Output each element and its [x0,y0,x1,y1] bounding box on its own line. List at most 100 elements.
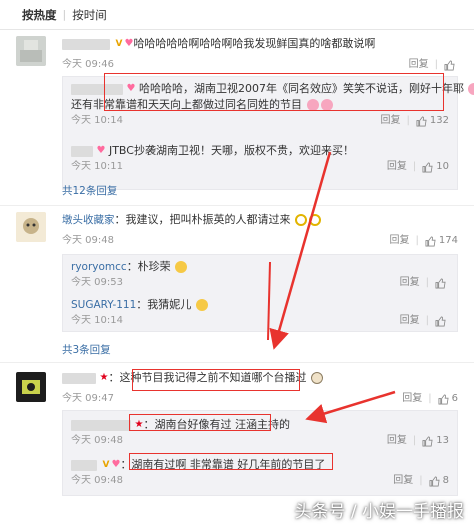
comment-3: ★：这种节目我记得之前不知道哪个台播过 今天 09:47 回复 | 6 ★：湖南… [16,370,458,500]
reply-meta: 今天 09:48 回复 | 13 [71,433,449,449]
comment-time: 今天 09:47 [62,393,114,404]
like-count: 10 [436,161,449,172]
pig-emoji-icon [468,83,474,95]
avatar[interactable] [16,212,46,242]
reply-time: 今天 10:14 [71,115,123,126]
comment-actions: 回复 | 174 [384,233,458,249]
reply-meta: 今天 10:11 回复 | 10 [71,159,449,175]
reply-username-redacted[interactable] [71,145,93,157]
action-divider: | [428,393,432,404]
reply-box: ryoryomcc：朴珍荣 今天 09:53 回复 | SUGARY-111：我… [62,254,458,332]
comment-time: 今天 09:46 [62,59,114,70]
comment-line: V ♥哈哈哈哈哈啊哈哈啊哈我发现鲜国真的啥都敢说啊 [62,36,458,52]
more-replies-link[interactable]: 共12条回复 [62,183,117,198]
reply-button[interactable]: 回复 [409,57,429,73]
comment-2: 墩头收藏家：我建议，把叫朴振英的人都请过来 今天 09:48 回复 | 174 … [16,212,458,360]
reply-meta: 今天 09:53 回复 | [71,275,449,291]
reply-time: 今天 09:48 [71,435,123,446]
tab-by-hot[interactable]: 按热度 [16,7,63,23]
reply-username[interactable]: SUGARY-111 [71,299,136,311]
reply-actions: 回复 | 8 [387,473,449,489]
username-redacted[interactable] [62,372,96,384]
reply-item: ryoryomcc：朴珍荣 今天 09:53 回复 | [71,259,449,291]
reply-text: ：湖南台好像有过 汪涵主持的 [143,418,290,431]
reply-box: ♥ 哈哈哈哈，湖南卫视2007年《同名效应》笑笑不说话，刚好十年耶 还有非常靠谱… [62,76,474,190]
comment-divider [0,205,474,206]
reply-button[interactable]: 回复 [390,233,410,249]
reply-username[interactable]: ryoryomcc [71,261,127,273]
reply-time: 今天 10:14 [71,315,123,326]
thumbs-up-icon [444,60,455,70]
thumbs-up-icon [438,394,449,404]
reply-line: SUGARY-111：我猜妮儿 [71,297,449,313]
sort-tabs: 按热度 | 按时间 [0,0,474,30]
like-button[interactable]: 174 [425,233,458,249]
reply-meta: 今天 09:48 回复 | 8 [71,473,449,489]
reply-actions: 回复 | [394,275,449,291]
thumbs-up-icon [422,436,433,446]
thumbs-up-icon [416,116,427,126]
reply-actions: 回复 | 13 [381,433,449,449]
reply-text: ：朴珍荣 [126,260,171,273]
reply-button[interactable]: 回复 [400,313,420,329]
watermark: 头条号 / 小娱一手播报 [294,502,464,522]
like-button[interactable] [435,316,449,327]
reply-line: ♥ 哈哈哈哈，湖南卫视2007年《同名效应》笑笑不说话，刚好十年耶 [71,81,474,97]
comment-1: V ♥哈哈哈哈哈啊哈哈啊哈我发现鲜国真的啥都敢说啊 今天 09:46 回复 | ♥… [16,36,474,198]
action-divider: | [412,161,417,172]
reply-button[interactable]: 回复 [387,433,407,449]
like-button[interactable] [444,60,458,71]
tab-by-time[interactable]: 按时间 [66,7,113,23]
cry-emoji-icon [175,261,188,273]
reply-text: ：湖南有过啊 非常靠谱 好几年前的节目了 [120,458,326,471]
like-button[interactable]: 10 [422,159,449,175]
comment-line: ★：这种节目我记得之前不知道哪个台播过 [62,370,458,386]
reply-line: V ♥：湖南有过啊 非常靠谱 好几年前的节目了 [71,457,449,473]
reply-username-redacted[interactable] [71,83,123,95]
vip-badge-icon: V [115,39,123,49]
like-button[interactable]: 6 [438,391,458,407]
heart-icon: ♥ [96,145,106,156]
thumbs-up-icon [435,316,446,326]
laugh-cry-emoji-icon [195,299,208,311]
reply-button[interactable]: 回复 [387,159,407,175]
action-divider: | [434,59,438,70]
action-divider: | [406,115,410,126]
reply-text: ：我猜妮儿 [136,298,192,311]
like-button[interactable]: 132 [416,113,449,129]
reply-button[interactable]: 回复 [400,275,420,291]
reply-button[interactable]: 回复 [402,391,422,407]
action-divider: | [415,235,419,246]
like-button[interactable]: 8 [429,473,449,489]
reply-item: ♥ 哈哈哈哈，湖南卫视2007年《同名效应》笑笑不说话，刚好十年耶 还有非常靠谱… [71,81,474,129]
reply-item: ♥ JTBC抄袭湖南卫视！天哪，版权不贵，欢迎来买！ 今天 10:11 回复 |… [71,143,449,175]
like-count: 8 [442,475,449,486]
reply-actions: 回复 | 10 [381,159,449,175]
reply-time: 今天 10:11 [71,161,123,172]
shades-emoji-icon [309,214,321,226]
comment-text: ：我建议，把叫朴振英的人都请过来 [114,213,291,226]
like-button[interactable] [435,278,449,289]
reply-item: V ♥：湖南有过啊 非常靠谱 好几年前的节目了 今天 09:48 回复 | 8 [71,457,449,489]
username-redacted[interactable] [62,38,110,50]
more-replies-link[interactable]: 共3条回复 [62,342,111,357]
username[interactable]: 墩头收藏家 [62,214,115,226]
avatar[interactable] [16,36,46,66]
reply-time: 今天 09:48 [71,475,123,486]
reply-username-redacted[interactable] [71,419,131,431]
reply-button[interactable]: 回复 [381,113,401,129]
shades-emoji-icon [295,214,307,226]
thumbs-up-icon [435,278,446,288]
reply-button[interactable]: 回复 [393,473,413,489]
avatar[interactable] [16,372,46,402]
like-count: 132 [429,115,449,126]
reply-username-redacted[interactable] [71,459,97,471]
reply-text: 哈哈哈哈，湖南卫视2007年《同名效应》笑笑不说话，刚好十年耶 [138,82,464,95]
reply-text: JTBC抄袭湖南卫视！天哪，版权不贵，欢迎来买！ [108,144,354,157]
like-button[interactable]: 13 [422,433,449,449]
thumbs-up-icon [425,236,436,246]
comment-meta: 今天 09:47 回复 | 6 [62,391,458,407]
action-divider: | [412,435,417,446]
reply-line-continued: 还有非常靠谱和天天向上都做过同名同姓的节目 [71,97,449,113]
pig-emoji-icon [320,99,333,111]
